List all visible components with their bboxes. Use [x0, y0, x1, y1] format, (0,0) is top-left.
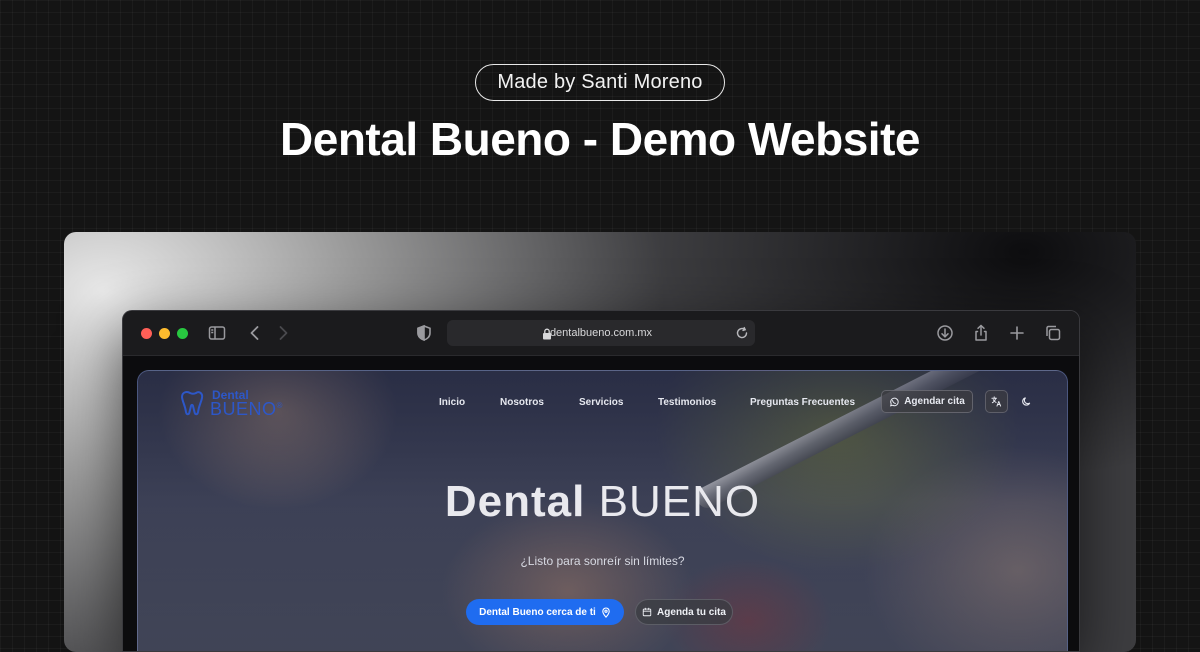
website-viewport: Dental BUENO® Inicio Nosotros Servicios …	[137, 370, 1068, 651]
theme-toggle-button[interactable]	[1015, 390, 1038, 413]
tooth-icon	[178, 389, 206, 417]
cta-agenda-label: Agenda tu cita	[657, 606, 726, 618]
address-bar[interactable]: dentalbueno.com.mx	[447, 320, 755, 346]
cta-agenda-button[interactable]: Agenda tu cita	[635, 599, 733, 625]
credit-text: Made by Santi Moreno	[497, 71, 703, 93]
url-text: dentalbueno.com.mx	[549, 327, 653, 339]
nav-link-inicio[interactable]: Inicio	[439, 397, 465, 408]
minimize-window-button[interactable]	[159, 328, 170, 339]
new-tab-icon[interactable]	[1007, 323, 1027, 343]
hero-title: Dental BUENO	[138, 477, 1067, 527]
browser-toolbar: dentalbueno.com.mx	[123, 311, 1079, 356]
agendar-cita-button[interactable]: Agendar cita	[881, 390, 973, 413]
nav-link-preguntas-frecuentes[interactable]: Preguntas Frecuentes	[750, 397, 855, 408]
language-toggle-button[interactable]	[985, 390, 1008, 413]
back-icon[interactable]	[245, 323, 265, 343]
hero-title-light: BUENO	[598, 477, 761, 526]
reload-icon[interactable]	[735, 326, 749, 340]
close-window-button[interactable]	[141, 328, 152, 339]
hero-title-bold: Dental	[444, 477, 586, 526]
logo-line-2: BUENO®	[210, 399, 283, 420]
whatsapp-icon	[889, 397, 899, 407]
nav-link-servicios[interactable]: Servicios	[579, 397, 623, 408]
agendar-cita-label: Agendar cita	[904, 396, 965, 407]
cta-nearby-button[interactable]: Dental Bueno cerca de ti	[466, 599, 624, 625]
download-icon[interactable]	[935, 323, 955, 343]
sidebar-icon[interactable]	[207, 323, 227, 343]
hero-subtitle: ¿Listo para sonreír sin límites?	[520, 554, 685, 568]
tabs-overview-icon[interactable]	[1043, 323, 1063, 343]
credit-pill: Made by Santi Moreno	[475, 64, 725, 101]
zoom-window-button[interactable]	[177, 328, 188, 339]
moon-icon	[1021, 396, 1032, 407]
nav-link-testimonios[interactable]: Testimonios	[658, 397, 716, 408]
shield-icon[interactable]	[414, 323, 434, 343]
map-pin-icon	[601, 607, 611, 618]
calendar-icon	[642, 607, 652, 617]
site-logo[interactable]: Dental BUENO®	[178, 385, 288, 419]
share-icon[interactable]	[971, 323, 991, 343]
forward-icon[interactable]	[273, 323, 293, 343]
cta-nearby-label: Dental Bueno cerca de ti	[479, 606, 596, 618]
page-title: Dental Bueno - Demo Website	[280, 113, 920, 165]
browser-window: dentalbueno.com.mx Dental BUENO® Inicio …	[122, 310, 1080, 652]
registered-mark: ®	[276, 401, 283, 410]
logo-bueno-text: BUENO	[210, 399, 277, 419]
translate-icon	[991, 396, 1002, 407]
nav-link-nosotros[interactable]: Nosotros	[500, 397, 544, 408]
